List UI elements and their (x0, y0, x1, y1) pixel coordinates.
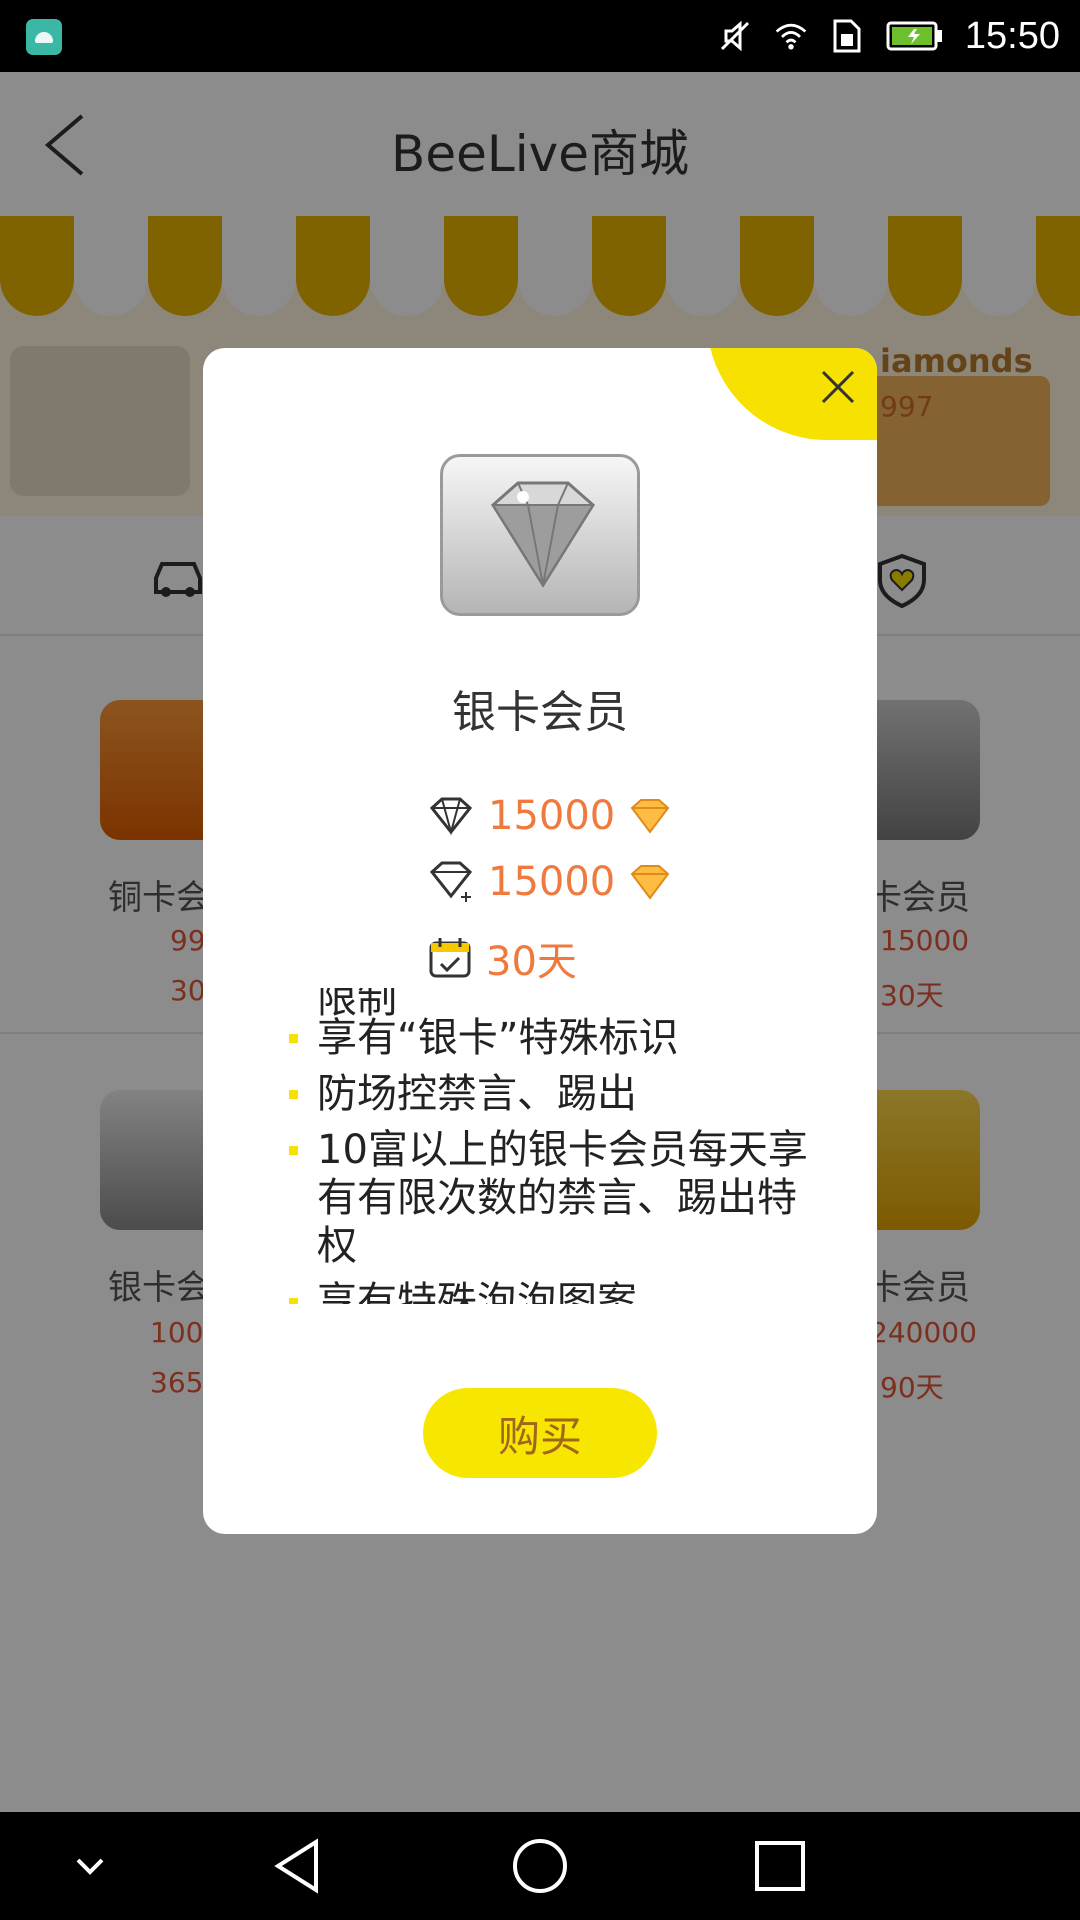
price-row-diamond-plus: 15000 (428, 854, 671, 910)
privilege-item: 享有特殊泡泡图案 (289, 1278, 809, 1304)
system-nav-bar (0, 1812, 1080, 1920)
price-row-diamond: 15000 (428, 788, 671, 844)
buy-button[interactable]: 购买 (423, 1388, 657, 1478)
price-diamond-plus-value: 15000 (488, 859, 616, 905)
wifi-icon (773, 18, 809, 54)
status-bar: 15:50 (0, 0, 1080, 72)
sim-card-icon (829, 18, 865, 54)
close-icon (821, 370, 855, 404)
privilege-item: 防场控禁言、踢出 (289, 1070, 809, 1118)
dialog-title: 银卡会员 (452, 687, 628, 738)
orange-diamond-icon (630, 865, 670, 900)
circle-home-icon (513, 1839, 567, 1893)
membership-detail-dialog: 银卡会员 15000 15000 30天 限制 享有“银卡”特殊标识 防场控禁言… (203, 348, 877, 1534)
nav-back-button[interactable] (270, 1836, 330, 1896)
mute-icon (717, 18, 753, 54)
privilege-item: 享有“银卡”特殊标识 (289, 1014, 809, 1062)
privilege-item: 10富以上的银卡会员每天享有有限次数的禁言、踢出特权 (289, 1126, 809, 1270)
silver-diamond-icon (491, 481, 595, 588)
square-recents-icon (755, 1841, 805, 1891)
nav-recents-button[interactable] (750, 1836, 810, 1896)
diamond-plus-icon (429, 861, 473, 902)
clock: 15:50 (964, 14, 1060, 57)
duration-row: 30天 (428, 930, 577, 986)
orange-diamond-icon (630, 799, 670, 834)
price-diamond-value: 15000 (488, 793, 616, 839)
close-button[interactable] (707, 348, 877, 440)
android-app-icon (26, 19, 62, 55)
calendar-check-icon (429, 938, 471, 978)
triangle-back-icon (274, 1838, 318, 1894)
status-icons: 15:50 (717, 12, 1060, 60)
silver-diamond-badge (440, 454, 640, 616)
diamond-outline-icon (429, 797, 473, 836)
chevron-down-icon (76, 1858, 104, 1875)
hide-keyboard-button[interactable] (60, 1836, 120, 1896)
privileges-list[interactable]: 限制 享有“银卡”特殊标识 防场控禁言、踢出 10富以上的银卡会员每天享有有限次… (289, 988, 809, 1304)
nav-home-button[interactable] (510, 1836, 570, 1896)
duration-value: 30天 (486, 939, 577, 985)
battery-icon (885, 18, 945, 54)
